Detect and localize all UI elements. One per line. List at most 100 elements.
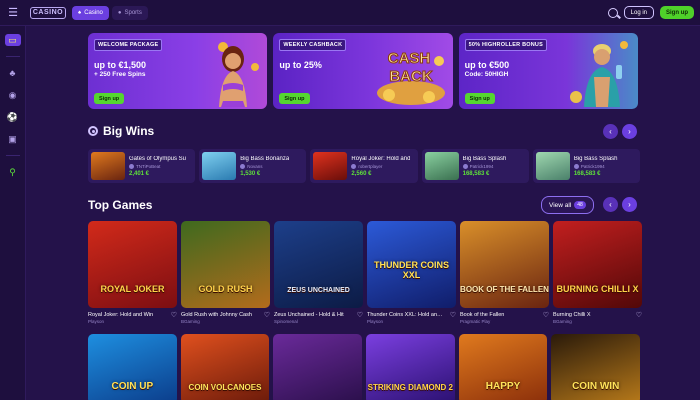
location-pin-icon[interactable]: ⚲ — [6, 166, 20, 178]
top-games-arrows: ‹ › — [603, 197, 637, 212]
divider — [5, 155, 20, 156]
tab-casino[interactable]: ♠ Casino — [72, 5, 109, 20]
game-provider: Playson — [367, 319, 384, 324]
banner-headline: up to €500 — [464, 60, 510, 70]
svg-text:BACK: BACK — [389, 68, 432, 85]
favorite-heart-icon[interactable]: ♡ — [264, 312, 270, 319]
game-cover[interactable]: HAPPY — [458, 334, 548, 400]
favorite-heart-icon[interactable]: ♡ — [357, 312, 363, 319]
view-all-button[interactable]: View all 48 — [541, 196, 594, 214]
win-card[interactable]: Big Bass Bonanza Novans 1,530 € — [199, 149, 307, 183]
game-cover-title: ROYAL JOKER — [100, 283, 165, 294]
win-card[interactable]: Big Bass Splash Patrick1994 168,583 € — [532, 149, 641, 183]
banner-signup-button[interactable]: Sign up — [464, 93, 495, 104]
top-tabs: ♠ Casino ● Sports — [72, 5, 148, 20]
win-card[interactable]: Big Bass Splash Patrick1994 168,583 € — [421, 149, 529, 183]
game-cover[interactable]: BOOK OF THE FALLEN — [460, 221, 549, 308]
big-wins-arrows: ‹ › — [603, 124, 637, 139]
game-cover[interactable]: GOLD RUSH — [181, 221, 270, 308]
promo-banner-cashback[interactable]: WEEKLY CASHBACK up to 25% Sign up CASH B… — [273, 33, 453, 109]
signup-button[interactable]: Sign up — [660, 6, 694, 19]
banner-signup-button[interactable]: Sign up — [94, 93, 125, 104]
banner-tag: WEEKLY CASHBACK — [279, 39, 347, 51]
win-game-name: Royal Joker: Hold and — [351, 155, 411, 162]
sidebar: ▭ ♣ ◉ ⚽ ▣ ⚲ — [0, 26, 26, 400]
soccer-ball-icon[interactable]: ⚽ — [6, 111, 20, 123]
game-tile[interactable]: BURNING CHILLI X Burning Chilli X BGaming… — [553, 221, 642, 324]
game-tile[interactable]: GOLD RUSH Gold Rush with Johnny Cash BGam… — [181, 221, 270, 324]
win-game-name: Big Bass Splash — [573, 155, 618, 162]
prev-arrow-icon[interactable]: ‹ — [603, 197, 618, 212]
game-name: Gold Rush with Johnny Cash — [181, 312, 252, 318]
cherries-icon[interactable]: ♣ — [6, 67, 20, 79]
win-game-name: Gates of Olympus Su — [129, 155, 187, 162]
game-provider: Pragmatic Play — [460, 319, 491, 324]
game-cover[interactable]: THUNDER COINS XXL — [367, 221, 456, 308]
game-cover[interactable]: ZEUS UNCHAINED — [274, 221, 363, 308]
game-cover[interactable]: COIN VOLCANOES — [180, 334, 270, 400]
game-cover[interactable]: ROYAL JOKER — [88, 221, 177, 308]
search-icon[interactable] — [607, 7, 618, 18]
hostess-illustration — [218, 42, 260, 107]
promo-banner-highroller[interactable]: 50% HIGHROLLER BONUS up to €500 Code: 50… — [458, 33, 638, 109]
banner-headline: up to 25% — [279, 60, 322, 70]
game-meta: Zeus Unchained - Hold & Hit Spinomenal ♡ — [274, 312, 363, 324]
favorite-heart-icon[interactable]: ♡ — [636, 312, 642, 319]
game-cover-title: THUNDER COINS XXL — [373, 260, 449, 280]
big-wins-header: Big Wins — [88, 124, 154, 138]
logo[interactable]: CASINO — [30, 6, 66, 19]
next-arrow-icon[interactable]: › — [622, 124, 637, 139]
svg-text:CASH: CASH — [387, 50, 430, 67]
game-cover[interactable]: STRIKING DIAMOND 2 — [366, 334, 455, 400]
game-thumbnail — [313, 152, 348, 180]
win-player: Patrick1994 — [462, 163, 507, 169]
win-card[interactable]: Gates of Olympus Su TNTiPoBeat 2,401 € — [88, 149, 196, 183]
prev-arrow-icon[interactable]: ‹ — [603, 124, 618, 139]
hamburger-menu-icon[interactable]: ☰ — [0, 0, 26, 26]
game-cover[interactable]: COIN WIN — [551, 334, 641, 400]
gamepad-icon[interactable]: ▣ — [6, 133, 20, 145]
favorite-heart-icon[interactable]: ♡ — [450, 312, 456, 319]
promo-banner-welcome[interactable]: WELCOME PACKAGE up to €1,500 + 250 Free … — [88, 33, 268, 109]
game-meta: Royal Joker: Hold and Win Playson ♡ — [88, 312, 177, 324]
game-tile[interactable]: ZEUS UNCHAINED Zeus Unchained - Hold & H… — [274, 221, 363, 324]
game-meta: Thunder Coins XXL: Hold and Win Playson ♡ — [367, 312, 456, 324]
banner-signup-button[interactable]: Sign up — [279, 93, 310, 104]
game-cover[interactable]: COIN UP — [88, 334, 177, 400]
win-player: Patrick1994 — [573, 163, 618, 169]
game-tile[interactable]: ROYAL JOKER Royal Joker: Hold and Win Pla… — [88, 221, 177, 324]
game-cover-title: BOOK OF THE FALLEN — [460, 284, 549, 294]
game-name: Royal Joker: Hold and Win — [88, 312, 154, 318]
live-broadcast-icon[interactable]: ◉ — [6, 89, 20, 101]
win-player: Novans — [240, 163, 289, 169]
game-cover[interactable] — [273, 334, 363, 400]
avatar — [351, 163, 357, 169]
win-amount: 2,560 € — [351, 170, 372, 177]
win-amount: 2,401 € — [129, 170, 150, 177]
favorite-heart-icon[interactable]: ♡ — [171, 312, 177, 319]
game-name: Burning Chilli X — [553, 312, 591, 318]
highroller-man-illustration — [569, 41, 628, 107]
live-dot-icon — [88, 126, 98, 136]
tab-sports[interactable]: ● Sports — [111, 5, 148, 20]
win-game-name: Big Bass Splash — [462, 155, 507, 162]
game-tile[interactable]: BOOK OF THE FALLEN Book of the Fallen Pra… — [460, 221, 549, 324]
casino-slot-icon[interactable]: ▭ — [4, 34, 21, 46]
casino-icon: ♠ — [78, 9, 82, 16]
count-badge: 48 — [574, 201, 586, 209]
next-arrow-icon[interactable]: › — [622, 197, 637, 212]
win-game-name: Big Bass Bonanza — [240, 155, 290, 162]
login-button[interactable]: Log in — [623, 6, 654, 19]
game-tile[interactable]: THUNDER COINS XXL Thunder Coins XXL: Hol… — [367, 221, 456, 324]
game-cover-title: STRIKING DIAMOND 2 — [367, 382, 454, 392]
win-card[interactable]: Royal Joker: Hold and robertplayer 2,560… — [310, 149, 418, 183]
favorite-heart-icon[interactable]: ♡ — [543, 312, 549, 319]
promo-banners: WELCOME PACKAGE up to €1,500 + 250 Free … — [88, 33, 638, 109]
banner-tag: 50% HIGHROLLER BONUS — [464, 39, 547, 51]
game-cover[interactable]: BURNING CHILLI X — [553, 221, 642, 308]
banner-tag: WELCOME PACKAGE — [94, 39, 163, 51]
top-games-row: ROYAL JOKER Royal Joker: Hold and Win Pla… — [88, 221, 642, 324]
ball-icon: ● — [117, 9, 122, 16]
game-meta: Burning Chilli X BGaming ♡ — [553, 312, 642, 324]
player-name: robertplayer — [358, 163, 383, 169]
